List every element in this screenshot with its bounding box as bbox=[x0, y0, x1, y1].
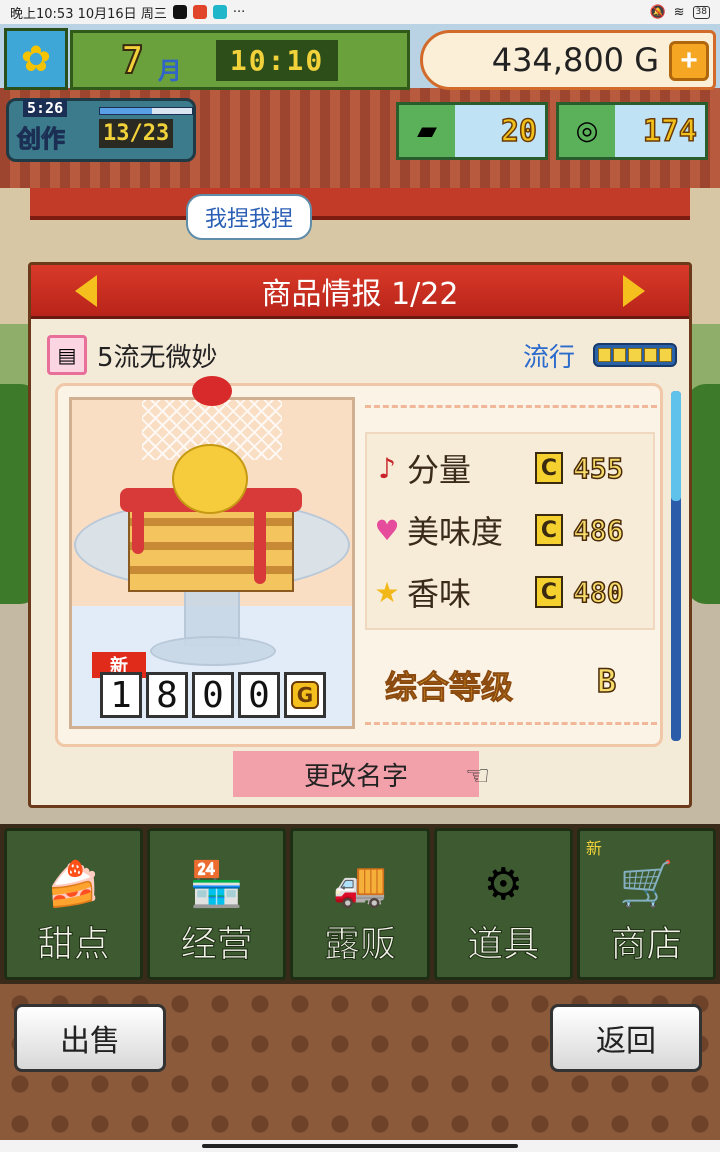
menu-manage[interactable]: 🏪 经营 bbox=[147, 828, 287, 980]
price-digit: 1 bbox=[100, 672, 142, 718]
stat-grade: C bbox=[535, 452, 563, 484]
wifi-icon: ≋ bbox=[673, 4, 685, 20]
money-amount: 434,800 G bbox=[491, 41, 659, 79]
gold-bar-icon: ▰ bbox=[417, 116, 437, 146]
shop-awning-bar bbox=[30, 188, 690, 220]
menu-label: 道具 bbox=[467, 924, 540, 966]
stats-box: ♪ 分量 C 455 ♥ 美味度 C 486 ★ 香味 C 480 bbox=[365, 432, 655, 630]
trend-segment bbox=[628, 348, 642, 362]
stat-grade: C bbox=[535, 514, 563, 546]
speech-bubble: 我捏我捏 bbox=[186, 194, 312, 240]
medal-icon: ◎ bbox=[575, 116, 599, 146]
medal-count: 174 bbox=[615, 105, 705, 157]
menu-label: 经营 bbox=[180, 924, 253, 966]
add-money-button[interactable]: + bbox=[669, 41, 709, 81]
stat-label: 香味 bbox=[407, 575, 472, 613]
menu-dessert[interactable]: 🍰 甜点 bbox=[4, 828, 144, 980]
tiktok-icon bbox=[172, 5, 187, 19]
price-digit: 8 bbox=[146, 672, 188, 718]
trend-label: 流行 bbox=[523, 343, 576, 373]
medal-counter: ◎ 174 bbox=[556, 102, 708, 160]
product-info-panel: 商品情报 1/22 ▤ 5流无微妙 流行 新 1 8 0 0 G ♪ 分量 C … bbox=[28, 262, 692, 808]
date-panel: 7 月 10:10 bbox=[70, 30, 410, 90]
gesture-bar bbox=[0, 1140, 720, 1152]
menu-label: 甜点 bbox=[37, 924, 110, 966]
food-truck-icon: 🚚 bbox=[332, 859, 388, 910]
stat-row-taste: ♥ 美味度 C 486 bbox=[367, 502, 657, 558]
gold-bar-counter: ▰ 20 bbox=[396, 102, 548, 160]
more-notifications: ··· bbox=[232, 4, 246, 20]
stat-label: 分量 bbox=[407, 451, 472, 489]
scrollbar[interactable] bbox=[671, 391, 681, 741]
scrollbar-thumb[interactable] bbox=[671, 391, 681, 501]
menu-shop[interactable]: 新 🛒 商店 bbox=[576, 828, 717, 980]
month-unit: 月 bbox=[157, 56, 182, 85]
heart-icon: ♥ bbox=[374, 513, 400, 547]
cake-category-icon: ▤ bbox=[47, 335, 87, 375]
store-icon: 🏪 bbox=[189, 859, 245, 910]
stat-grade: C bbox=[535, 576, 563, 608]
stat-value: 480 bbox=[572, 575, 624, 610]
trend-meter bbox=[593, 343, 677, 367]
create-label: 创作 bbox=[17, 125, 66, 154]
status-time-date: 晚上10:53 10月16日 周三 bbox=[10, 6, 167, 22]
panel-title: 商品情报 1/22 bbox=[261, 276, 459, 312]
stats-section: ♪ 分量 C 455 ♥ 美味度 C 486 ★ 香味 C 480 综合等级 B bbox=[365, 405, 657, 725]
app-icon bbox=[192, 5, 207, 19]
home-indicator[interactable] bbox=[202, 1144, 518, 1148]
battery-icon: 38 bbox=[692, 5, 710, 19]
gear-bag-icon: ⚙ bbox=[483, 858, 523, 910]
stat-row-aroma: ★ 香味 C 480 bbox=[367, 564, 657, 620]
item-name: 5流无微妙 bbox=[97, 343, 218, 373]
rename-button[interactable]: 更改名字 bbox=[233, 751, 479, 797]
cherry bbox=[192, 376, 232, 406]
overall-grade-label: 综合等级 bbox=[384, 668, 514, 707]
month-number: 7 bbox=[120, 37, 145, 83]
menu-label: 商店 bbox=[610, 924, 683, 966]
create-badge[interactable]: 5:26 创作 13/23 bbox=[6, 98, 196, 162]
trend-segment bbox=[613, 348, 627, 362]
panel-header: 商品情报 1/22 bbox=[31, 265, 689, 319]
gold-currency-icon: G bbox=[284, 672, 326, 718]
prev-arrow-icon[interactable] bbox=[75, 275, 97, 307]
stat-value: 455 bbox=[572, 451, 624, 486]
star-icon: ★ bbox=[374, 575, 400, 609]
dessert-artwork: 新 1 8 0 0 G bbox=[69, 376, 355, 729]
back-button[interactable]: 返回 bbox=[550, 1004, 702, 1072]
trend-segment bbox=[598, 348, 612, 362]
menu-items[interactable]: ⚙ 道具 bbox=[433, 828, 573, 980]
menu-stall[interactable]: 🚚 露贩 bbox=[290, 828, 430, 980]
status-bar: 晚上10:53 10月16日 周三 ··· 🔕 ≋ 38 bbox=[0, 0, 720, 24]
sunflower-store-icon[interactable]: ✿ bbox=[4, 28, 68, 90]
game-clock: 10:10 bbox=[215, 39, 339, 81]
glass-base bbox=[150, 636, 276, 666]
bottom-menu: 🍰 甜点 🏪 经营 🚚 露贩 ⚙ 道具 新 🛒 商店 bbox=[0, 824, 720, 984]
gold-bar-count: 20 bbox=[455, 105, 545, 157]
create-timer: 5:26 bbox=[23, 99, 68, 117]
trend-segment bbox=[643, 348, 657, 362]
app-icon bbox=[212, 5, 227, 19]
price-digit: 0 bbox=[192, 672, 234, 718]
trend-segment bbox=[658, 348, 673, 362]
ice-cream-scoop bbox=[172, 444, 248, 514]
stat-value: 486 bbox=[572, 513, 624, 548]
pointing-hand-icon: ☜ bbox=[465, 759, 491, 792]
price-digit: 0 bbox=[238, 672, 280, 718]
stat-row-portion: ♪ 分量 C 455 bbox=[367, 440, 657, 496]
next-arrow-icon[interactable] bbox=[623, 275, 645, 307]
menu-label: 露贩 bbox=[323, 924, 397, 966]
price-display: 1 8 0 0 G bbox=[100, 672, 326, 718]
sell-button[interactable]: 出售 bbox=[14, 1004, 166, 1072]
cake-icon: 🍰 bbox=[46, 859, 101, 910]
money-display: 434,800 G + bbox=[420, 30, 716, 90]
stat-label: 美味度 bbox=[407, 513, 504, 551]
create-progress-bar bbox=[99, 107, 193, 115]
create-count: 13/23 bbox=[99, 119, 174, 148]
music-note-icon: ♪ bbox=[378, 451, 396, 485]
overall-grade-value: B bbox=[596, 661, 617, 701]
mute-icon: 🔕 bbox=[649, 4, 666, 20]
shopping-cart-icon: 🛒 bbox=[619, 859, 674, 910]
